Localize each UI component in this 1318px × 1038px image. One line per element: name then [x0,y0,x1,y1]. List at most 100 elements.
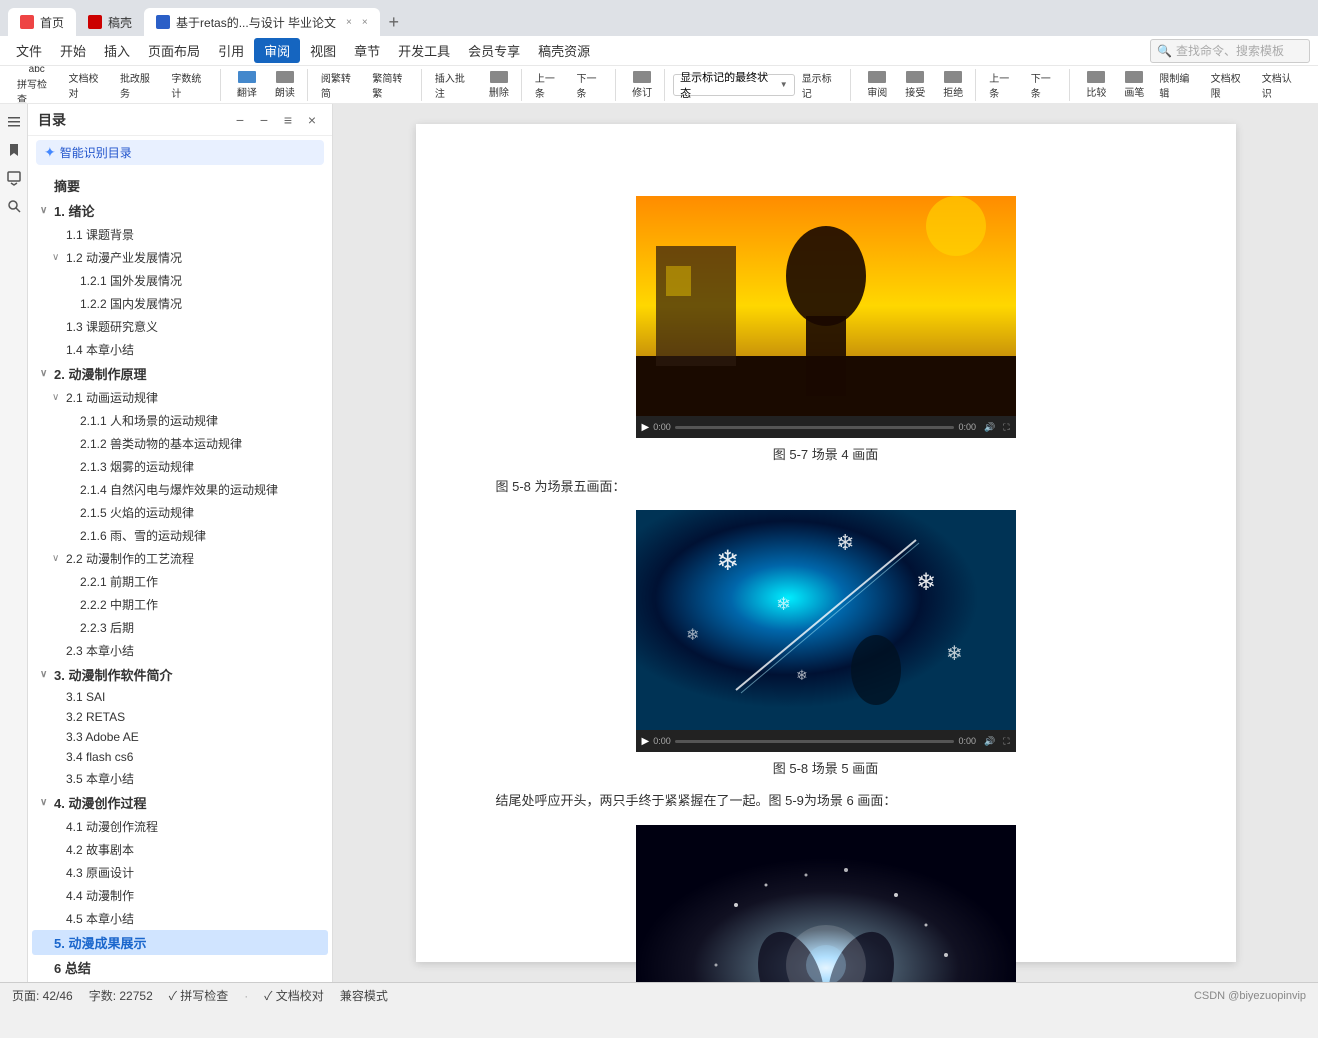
sidebar-icon-bookmark[interactable] [4,140,24,160]
toc-toggle-9[interactable]: ∨ [52,392,64,403]
toc-item-10[interactable]: 2.1.1 人和场景的运动规律 [32,409,328,432]
toc-item-19[interactable]: 2.2.3 后期 [32,616,328,639]
menu-view[interactable]: 视图 [302,38,344,63]
sidebar-icon-comment[interactable] [4,168,24,188]
menu-chapter[interactable]: 章节 [346,38,388,63]
toc-close-btn[interactable]: × [302,110,322,130]
doc-area[interactable]: ▶ 0:00 0:00 🔊 ⛶ 图 5-7 场景 4 画面 图 5-8 为场景五… [333,104,1318,982]
toc-item-30[interactable]: 4.3 原画设计 [32,861,328,884]
toc-item-24[interactable]: 3.3 Adobe AE [32,727,328,747]
btn-insert-comment[interactable]: 插入批注 [430,69,479,101]
toc-item-16[interactable]: ∨2.2 动漫制作的工艺流程 [32,547,328,570]
toc-item-1[interactable]: ∨1. 绪论 [32,198,328,223]
toc-item-12[interactable]: 2.1.3 烟雾的运动规律 [32,455,328,478]
toc-toggle-3[interactable]: ∨ [52,252,64,263]
toc-item-22[interactable]: 3.1 SAI [32,687,328,707]
toc-item-23[interactable]: 3.2 RETAS [32,707,328,727]
new-tab-button[interactable]: + [380,8,408,36]
btn-show-markup[interactable]: 显示标记 [797,69,847,101]
menu-dev[interactable]: 开发工具 [390,38,458,63]
btn-next-comment[interactable]: 下一条 [572,69,612,101]
status-compat-mode[interactable]: 兼容模式 [340,987,388,1004]
sidebar-icon-nav[interactable] [4,112,24,132]
toc-item-27[interactable]: ∨4. 动漫创作过程 [32,790,328,815]
toc-menu-btn[interactable]: ≡ [278,110,298,130]
tab-home[interactable]: 首页 [8,8,76,36]
menu-gaoke[interactable]: 稿壳资源 [530,38,598,63]
btn-track-changes[interactable]: 修订 [624,69,660,101]
btn-correction[interactable]: 批改服务 [115,69,164,101]
menu-vip[interactable]: 会员专享 [460,38,528,63]
fullscreen-btn-4[interactable]: ⛶ [1003,422,1009,433]
toc-item-35[interactable]: 参考文献 [32,980,328,982]
btn-prev-comment[interactable]: 上一条 [530,69,570,101]
status-word-count[interactable]: 字数: 22752 [89,987,153,1004]
toc-toggle-16[interactable]: ∨ [52,553,64,564]
fullscreen-btn-5[interactable]: ⛶ [1003,736,1009,747]
toc-item-29[interactable]: 4.2 故事剧本 [32,838,328,861]
toc-item-28[interactable]: 4.1 动漫创作流程 [32,815,328,838]
toc-item-14[interactable]: 2.1.5 火焰的运动规律 [32,501,328,524]
menu-review[interactable]: 审阅 [254,38,300,63]
vol-btn-5[interactable]: 🔊 [984,736,995,747]
status-spell-check[interactable]: ✓ 拼写检查 [169,987,229,1004]
menu-home[interactable]: 开始 [52,38,94,63]
scene5-controls[interactable]: ▶ 0:00 0:00 🔊 ⛶ [636,730,1016,752]
toc-item-15[interactable]: 2.1.6 雨、雪的运动规律 [32,524,328,547]
btn-accept[interactable]: 接受 [897,69,933,101]
btn-doc-recognize[interactable]: 文档认识 [1257,69,1306,101]
tab-wps[interactable]: 稿壳 [76,8,144,36]
status-page-info[interactable]: 页面: 42/46 [12,987,73,1004]
sidebar-icon-search[interactable] [4,196,24,216]
btn-restrict[interactable]: 限制编辑 [1154,69,1203,101]
toc-item-26[interactable]: 3.5 本章小结 [32,767,328,790]
tab-doc-close[interactable]: × [346,17,352,28]
btn-translate[interactable]: 翻译 [229,69,265,101]
btn-review[interactable]: 审阅 [859,69,895,101]
vol-btn-4[interactable]: 🔊 [984,422,995,433]
status-doc-check[interactable]: ✓ 文档校对 [264,987,324,1004]
menu-insert[interactable]: 插入 [96,38,138,63]
display-mode-dropdown[interactable]: 显示标记的最终状态 ▼ [673,74,795,96]
btn-doc-permission[interactable]: 文档权限 [1206,69,1255,101]
btn-read-aloud[interactable]: 朗读 [267,69,303,101]
toc-item-11[interactable]: 2.1.2 兽类动物的基本运动规律 [32,432,328,455]
toc-item-21[interactable]: ∨3. 动漫制作软件简介 [32,662,328,687]
toc-item-5[interactable]: 1.2.2 国内发展情况 [32,292,328,315]
toc-item-2[interactable]: 1.1 课题背景 [32,223,328,246]
toc-item-4[interactable]: 1.2.1 国外发展情况 [32,269,328,292]
btn-compare[interactable]: 比较 [1078,69,1114,101]
btn-pen[interactable]: 画笔 [1116,69,1152,101]
toc-item-7[interactable]: 1.4 本章小结 [32,338,328,361]
btn-simp-to-trad[interactable]: 繁简转繁 [367,69,416,101]
btn-reject[interactable]: 拒绝 [935,69,971,101]
scene4-controls[interactable]: ▶ 0:00 0:00 🔊 ⛶ [636,416,1016,438]
toc-smart-btn[interactable]: ✦ 智能识别目录 [36,140,324,165]
toc-item-25[interactable]: 3.4 flash cs6 [32,747,328,767]
progress-bar-5[interactable] [675,740,955,743]
play-btn-5[interactable]: ▶ [642,736,650,747]
toc-item-9[interactable]: ∨2.1 动画运动规律 [32,386,328,409]
tab-doc[interactable]: 基于retas的...与设计 毕业论文 × × [144,8,380,36]
tab-doc-close2[interactable]: × [362,17,368,28]
toc-expand-btn[interactable]: − [254,110,274,130]
toc-item-6[interactable]: 1.3 课题研究意义 [32,315,328,338]
btn-next2[interactable]: 下一条 [1026,69,1066,101]
btn-delete-comment[interactable]: 删除 [481,69,517,101]
toc-item-18[interactable]: 2.2.2 中期工作 [32,593,328,616]
toolbar-search[interactable]: 🔍 查找命令、搜索模板 [1150,39,1310,63]
btn-trad-to-simp[interactable]: 阅繁转简 [316,69,365,101]
menu-layout[interactable]: 页面布局 [140,38,208,63]
toc-item-34[interactable]: 6 总结 [32,955,328,980]
toc-item-33[interactable]: 5. 动漫成果展示 [32,930,328,955]
progress-bar-4[interactable] [675,426,955,429]
toc-item-3[interactable]: ∨1.2 动漫产业发展情况 [32,246,328,269]
toc-item-13[interactable]: 2.1.4 自然闪电与爆炸效果的运动规律 [32,478,328,501]
toc-item-17[interactable]: 2.2.1 前期工作 [32,570,328,593]
btn-spell-check[interactable]: abc 拼写检查 [12,69,61,101]
toc-toggle-8[interactable]: ∨ [40,368,52,379]
play-btn-4[interactable]: ▶ [642,422,650,433]
toc-collapse-btn[interactable]: − [230,110,250,130]
toc-item-0[interactable]: 摘要 [32,173,328,198]
toc-item-8[interactable]: ∨2. 动漫制作原理 [32,361,328,386]
